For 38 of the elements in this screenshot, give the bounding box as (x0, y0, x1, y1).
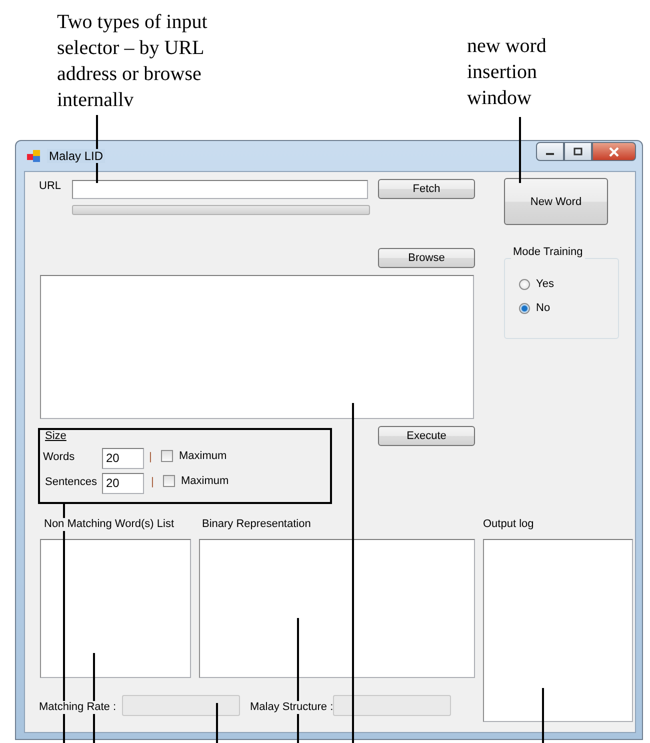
close-button[interactable] (592, 142, 636, 161)
radio-option[interactable]: Yes (519, 278, 554, 290)
section-title: Size (45, 430, 66, 443)
panel-label: Non Matching Word(s) List (44, 518, 174, 531)
execute-button[interactable]: Execute (378, 426, 475, 446)
close-icon (608, 146, 620, 156)
separator-mark: | (151, 476, 154, 489)
radio-option[interactable]: No (519, 302, 550, 314)
maximize-button[interactable] (564, 142, 592, 161)
leader-line (519, 117, 521, 183)
word-list-box[interactable] (40, 539, 191, 678)
fetch-button[interactable]: Fetch (378, 179, 475, 199)
matching-rate-field[interactable] (122, 695, 240, 716)
leader-line (96, 115, 98, 183)
app-icon (27, 148, 41, 162)
panel-label: Binary Representation (202, 518, 311, 531)
maximum-checkbox[interactable]: Maximum (161, 450, 227, 462)
url-field[interactable] (72, 180, 368, 199)
stat-label: Malay Structure : (250, 701, 334, 714)
browse-button[interactable]: Browse (378, 248, 475, 268)
stat-label: Matching Rate : (39, 701, 116, 714)
new-word-button[interactable]: New Word (504, 178, 608, 225)
panel-label: Output log (483, 518, 534, 531)
separator-mark: | (149, 451, 152, 464)
maximize-icon (573, 147, 583, 156)
binary-box[interactable] (199, 539, 475, 678)
window-title: Malay LID (47, 148, 106, 162)
annotation-text: Two types of input selector – by URL address or browse internallv (57, 10, 208, 113)
output-log-box[interactable] (483, 539, 633, 722)
leader-line (216, 703, 218, 743)
group-title: Mode Training (511, 246, 585, 259)
maximum-checkbox[interactable]: Maximum (163, 475, 229, 487)
number-field[interactable]: 20 (102, 448, 144, 469)
annotation-text: new word insertion window (467, 34, 546, 111)
leader-line (542, 688, 544, 743)
malay-structure-field[interactable] (333, 695, 451, 716)
number-field[interactable]: 20 (102, 473, 144, 494)
minimize-button[interactable] (536, 142, 564, 161)
